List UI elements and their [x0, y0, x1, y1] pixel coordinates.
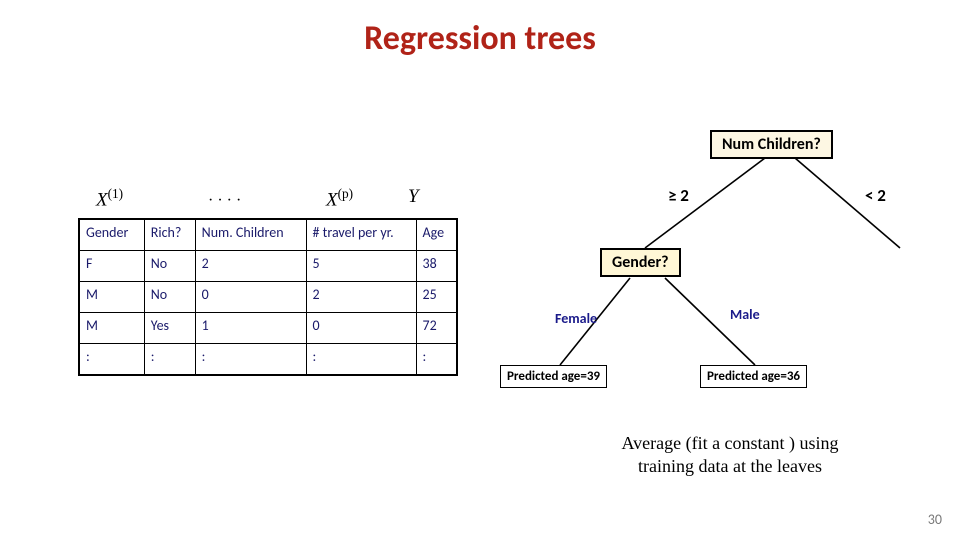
training-data-table: Gender Rich? Num. Children # travel per … [78, 218, 458, 376]
symbol-y: Y [408, 186, 419, 208]
tree-leaf-right: Predicted age=36 [700, 365, 807, 388]
col-travel: # travel per yr. [306, 219, 416, 251]
caption-line2: training data at the leaves [638, 456, 822, 476]
caption: Average (fit a constant ) using training… [530, 432, 930, 477]
edge-label-lt2: < 2 [865, 185, 886, 206]
symbol-x1: X(1) [96, 186, 123, 211]
col-gender: Gender [79, 219, 144, 251]
table-row: M No 0 2 25 [79, 282, 457, 313]
edge-label-ge2: ≥ 2 [668, 185, 689, 206]
data-table: Gender Rich? Num. Children # travel per … [78, 218, 458, 376]
tree-node-root: Num Children? [710, 130, 833, 159]
tree-edges [520, 130, 940, 450]
caption-line1: Average (fit a constant ) using [621, 433, 838, 453]
edge-label-female: Female [555, 310, 597, 327]
symbol-dots: · · · · [208, 192, 241, 210]
table-row: : : : : : [79, 344, 457, 376]
page-number: 30 [928, 511, 942, 528]
table-row: F No 2 5 38 [79, 251, 457, 282]
tree-node-gender: Gender? [600, 248, 681, 277]
page-title: Regression trees [0, 18, 960, 59]
decision-tree: Num Children? ≥ 2 < 2 Gender? Female Mal… [520, 130, 940, 450]
col-age: Age [416, 219, 457, 251]
table-row: M Yes 1 0 72 [79, 313, 457, 344]
symbol-xp: X(p) [326, 186, 353, 211]
col-children: Num. Children [195, 219, 306, 251]
edge-label-male: Male [730, 306, 760, 323]
tree-leaf-left: Predicted age=39 [500, 365, 607, 388]
table-header-row: Gender Rich? Num. Children # travel per … [79, 219, 457, 251]
col-rich: Rich? [144, 219, 195, 251]
